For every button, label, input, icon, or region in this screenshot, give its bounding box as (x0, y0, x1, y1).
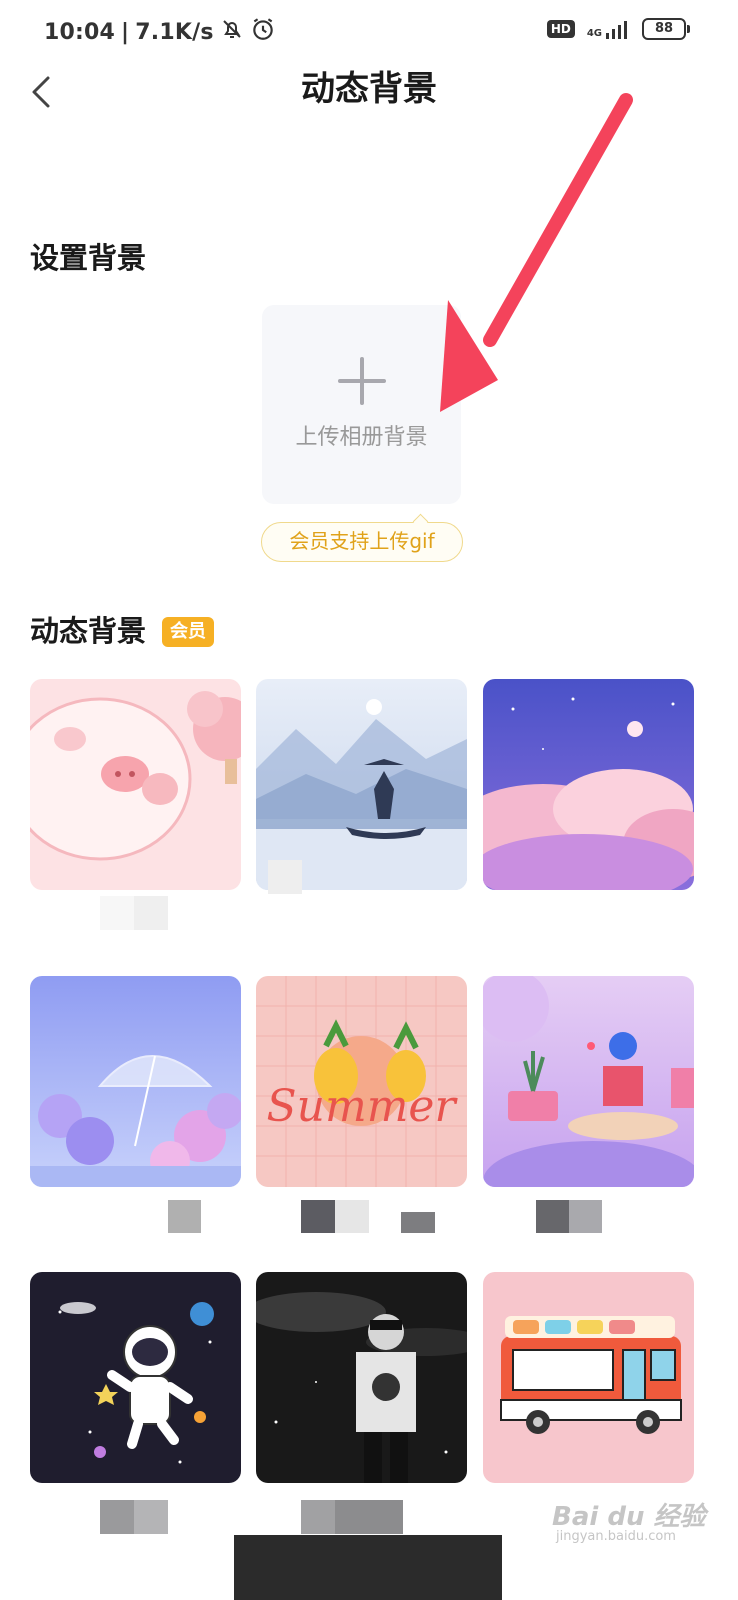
blurred-label (569, 1200, 602, 1233)
background-thumbnail-pig[interactable] (30, 679, 241, 890)
signal-icon (606, 21, 627, 39)
blurred-label (335, 1500, 403, 1534)
background-thumbnail-food-bus[interactable] (483, 1272, 694, 1483)
blurred-label (536, 1200, 569, 1233)
background-thumbnail-astronaut[interactable] (30, 1272, 241, 1483)
alarm-icon (250, 16, 276, 48)
red-arrow-annotation (440, 93, 633, 412)
silent-icon (220, 17, 244, 47)
background-thumbnail-dark-figure[interactable] (256, 1272, 467, 1483)
background-thumbnail-misty-lake[interactable] (256, 679, 467, 890)
status-time: 10:04 (44, 19, 116, 45)
status-net-speed: 7.1K/s (135, 19, 214, 45)
blurred-label (335, 1200, 369, 1233)
vip-gif-note: 会员支持上传gif (261, 522, 463, 562)
background-thumbnail-summer-pineapple[interactable]: Summer (256, 976, 467, 1187)
watermark-brand: Bai du 经验 (552, 1502, 706, 1532)
baidu-watermark: Bai du 经验 jingyan.baidu.com (552, 1496, 706, 1544)
blurred-label (168, 1200, 201, 1233)
blurred-label (134, 1500, 168, 1534)
blurred-label (301, 1500, 335, 1534)
vip-badge: 会员 (162, 617, 214, 647)
blurred-label (134, 896, 168, 930)
network-type: 4G (586, 28, 602, 39)
status-bar: 10:04 | 7.1K/s HD 4G 88 (0, 0, 738, 62)
background-thumbnail-girl-sitting[interactable] (483, 976, 694, 1187)
status-left: 10:04 | 7.1K/s (44, 16, 276, 48)
blurred-label (100, 1500, 134, 1534)
status-divider: | (121, 19, 130, 45)
bottom-overlay-bar (234, 1535, 502, 1600)
section-title-set-background: 设置背景 (30, 241, 147, 275)
hd-badge: HD (546, 20, 575, 38)
signal-group: 4G (587, 19, 630, 39)
svg-text:Summer: Summer (267, 1081, 459, 1132)
upload-label: 上传相册背景 (295, 425, 428, 450)
background-thumbnail-hydrangea-umbrella[interactable] (30, 976, 241, 1187)
blurred-label (268, 860, 302, 894)
section-title-dynamic-background: 动态背景 (30, 614, 147, 648)
battery-icon: 88 (642, 18, 690, 40)
background-thumbnail-starry-clouds[interactable] (483, 679, 694, 890)
blurred-label (401, 1212, 435, 1233)
blurred-label (100, 896, 134, 930)
plus-icon (338, 357, 386, 405)
status-right: HD 4G 88 (546, 18, 690, 40)
blurred-label (301, 1200, 335, 1233)
